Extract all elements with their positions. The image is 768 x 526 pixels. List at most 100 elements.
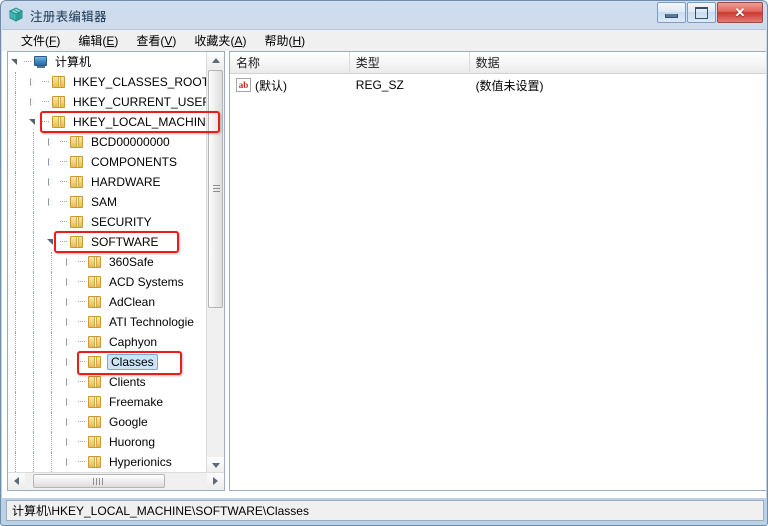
scroll-grip-icon (93, 477, 105, 485)
tree-connector (78, 452, 87, 472)
tree-node-ati-technologie[interactable]: ATI Technologie (8, 312, 208, 332)
table-row[interactable]: ab (默认) REG_SZ (数值未设置) (230, 74, 766, 96)
tree-connector (78, 252, 87, 272)
chevron-right-icon (213, 477, 218, 485)
expander-collapsed-icon[interactable] (62, 432, 78, 452)
tree-indent (8, 452, 62, 472)
expander-collapsed-icon[interactable] (44, 172, 60, 192)
column-header-type[interactable]: 类型 (350, 52, 470, 73)
expander-collapsed-icon[interactable] (62, 452, 78, 472)
tree-connector (78, 272, 87, 292)
tree-node-hyperionics[interactable]: Hyperionics (8, 452, 208, 472)
expander-collapsed-icon[interactable] (44, 192, 60, 212)
tree-hscroll-thumb[interactable] (33, 474, 165, 488)
tree-node-hkey-local-machine[interactable]: HKEY_LOCAL_MACHINE (8, 112, 208, 132)
tree-node-freemake[interactable]: Freemake (8, 392, 208, 412)
tree-node-caphyon[interactable]: Caphyon (8, 332, 208, 352)
tree-node-software[interactable]: SOFTWARE (8, 232, 208, 252)
menu-item-file[interactable]: 文件(F) (12, 30, 69, 51)
tree-node-[interactable]: 计算机 (8, 52, 208, 72)
expander-collapsed-icon[interactable] (62, 312, 78, 332)
tree-indent (8, 272, 62, 292)
expander-collapsed-icon[interactable] (62, 332, 78, 352)
expander-collapsed-icon[interactable] (62, 412, 78, 432)
expander-collapsed-icon[interactable] (62, 392, 78, 412)
tree-vertical-scrollbar[interactable] (206, 52, 224, 474)
expander-collapsed-icon[interactable] (62, 352, 78, 372)
caption-buttons: ✕ (656, 2, 763, 23)
scroll-up-button[interactable] (207, 52, 224, 69)
minimize-button[interactable] (657, 2, 686, 23)
menu-item-view[interactable]: 查看(V) (127, 30, 185, 51)
tree-node-label: SECURITY (91, 215, 152, 229)
registry-tree[interactable]: 计算机 HKEY_CLASSES_ROOT HKEY_CURRENT_USER HKE… (8, 52, 208, 472)
tree-node-label: 计算机 (55, 55, 92, 69)
expander-collapsed-icon[interactable] (44, 132, 60, 152)
column-header-data[interactable]: 数据 (470, 52, 766, 73)
folder-icon (87, 335, 103, 349)
expander-collapsed-icon[interactable] (62, 372, 78, 392)
expander-collapsed-icon[interactable] (26, 92, 42, 112)
tree-node-clients[interactable]: Clients (8, 372, 208, 392)
tree-node-huorong[interactable]: Huorong (8, 432, 208, 452)
status-bar: 计算机\HKEY_LOCAL_MACHINE\SOFTWARE\Classes (6, 500, 764, 521)
tree-vscroll-thumb[interactable] (208, 70, 223, 308)
menu-accel: V (164, 34, 173, 48)
folder-icon (87, 395, 103, 409)
tree-node-adclean[interactable]: AdClean (8, 292, 208, 312)
tree-node-security[interactable]: SECURITY (8, 212, 208, 232)
expander-collapsed-icon[interactable] (62, 252, 78, 272)
tree-node-acd-systems[interactable]: ACD Systems (8, 272, 208, 292)
tree-indent (8, 152, 44, 172)
registry-tree-pane[interactable]: 计算机 HKEY_CLASSES_ROOT HKEY_CURRENT_USER HKE… (7, 51, 225, 491)
value-data-cell: (数值未设置) (475, 78, 544, 93)
scroll-left-button[interactable] (8, 473, 25, 489)
menu-accel: F (49, 34, 57, 48)
folder-icon (51, 115, 67, 129)
menu-item-help[interactable]: 帮助(H) (255, 30, 314, 51)
folder-icon (87, 255, 103, 269)
title-bar[interactable]: 注册表编辑器 ✕ (1, 1, 767, 29)
registry-cube-icon (7, 6, 25, 24)
tree-connector (78, 352, 87, 372)
menu-accel: A (234, 34, 243, 48)
tree-node-360safe[interactable]: 360Safe (8, 252, 208, 272)
value-name-cell[interactable]: ab (默认) (230, 74, 350, 96)
maximize-button[interactable] (687, 2, 716, 23)
menu-bar: 文件(F) 编辑(E) 查看(V) 收藏夹(A) 帮助(H) (2, 29, 766, 51)
tree-node-google[interactable]: Google (8, 412, 208, 432)
expander-expanded-icon[interactable] (8, 52, 24, 72)
close-button[interactable]: ✕ (717, 2, 763, 23)
folder-icon (87, 375, 103, 389)
tree-node-hkey-current-user[interactable]: HKEY_CURRENT_USER (8, 92, 208, 112)
folder-icon (69, 155, 85, 169)
expander-collapsed-icon[interactable] (26, 72, 42, 92)
scroll-right-button[interactable] (207, 473, 224, 489)
tree-node-components[interactable]: COMPONENTS (8, 152, 208, 172)
folder-icon (69, 135, 85, 149)
tree-horizontal-scrollbar[interactable] (8, 472, 224, 490)
menu-label: 收藏夹 (194, 34, 231, 48)
tree-connector (60, 152, 69, 172)
tree-node-classes[interactable]: Classes (8, 352, 208, 372)
tree-node-label: SOFTWARE (91, 235, 159, 249)
expander-expanded-icon[interactable] (44, 232, 60, 252)
expander-collapsed-icon[interactable] (62, 292, 78, 312)
expander-collapsed-icon[interactable] (62, 272, 78, 292)
column-header-name[interactable]: 名称 (230, 52, 350, 73)
tree-connector (42, 72, 51, 92)
tree-indent (8, 392, 62, 412)
registry-values-pane[interactable]: 名称 类型 数据 ab (默认) REG_SZ (数值未设置) (229, 51, 766, 491)
menu-item-edit[interactable]: 编辑(E) (69, 30, 127, 51)
expander-expanded-icon[interactable] (26, 112, 42, 132)
expander-collapsed-icon[interactable] (44, 152, 60, 172)
tree-node-sam[interactable]: SAM (8, 192, 208, 212)
tree-indent (8, 372, 62, 392)
menu-item-favorites[interactable]: 收藏夹(A) (185, 30, 255, 51)
tree-indent (8, 232, 44, 252)
tree-node-hkey-classes-root[interactable]: HKEY_CLASSES_ROOT (8, 72, 208, 92)
tree-node-hardware[interactable]: HARDWARE (8, 172, 208, 192)
tree-indent (8, 432, 62, 452)
tree-node-bcd00000000[interactable]: BCD00000000 (8, 132, 208, 152)
tree-connector (78, 372, 87, 392)
